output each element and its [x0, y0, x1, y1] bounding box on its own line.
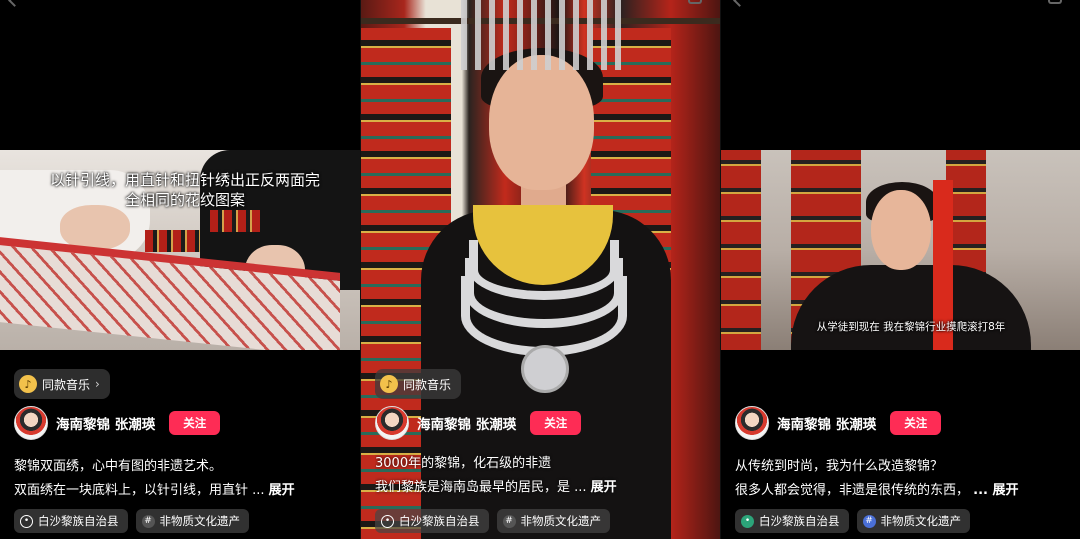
location-tag[interactable]: • 白沙黎族自治县 [375, 509, 489, 533]
video-description: 黎锦双面绣，心中有图的非遗艺术。 双面绣在一块底料上，以针引线，用直针 ... … [14, 459, 295, 498]
same-music-button[interactable]: ♪ 同款音乐 › [14, 369, 110, 399]
expand-button[interactable]: ... 展开 [973, 483, 1018, 498]
video-card-1[interactable]: 以针引线，用直针和扭针绣出正反两面完 全相同的花纹图案 ♪ 同款音乐 › 海南黎… [0, 0, 360, 539]
hashtag-tag[interactable]: # 非物质文化遗产 [856, 509, 970, 533]
subtitle-caption: 从学徒到现在 我在黎锦行业摸爬滚打8年 [816, 321, 1006, 333]
video-card-2[interactable]: ♪ 同款音乐 海南黎锦 张潮瑛 关注 3000年的黎锦，化石级的非遗 我们黎族是… [360, 0, 720, 539]
hashtag-tag[interactable]: # 非物质文化遗产 [496, 509, 610, 533]
tag-list: • 白沙黎族自治县 # 非物质文化遗产 [735, 509, 970, 533]
feed-strip: 以针引线，用直针和扭针绣出正反两面完 全相同的花纹图案 ♪ 同款音乐 › 海南黎… [0, 0, 1080, 539]
location-pin-icon: • [20, 514, 33, 528]
location-tag[interactable]: • 白沙黎族自治县 [735, 509, 849, 533]
follow-button[interactable]: 关注 [530, 411, 582, 435]
author-name[interactable]: 海南黎锦 张潮瑛 [56, 413, 155, 433]
author-row: 海南黎锦 张潮瑛 关注 [735, 406, 942, 440]
avatar[interactable] [14, 406, 48, 440]
search-icon[interactable] [688, 0, 702, 4]
author-name[interactable]: 海南黎锦 张潮瑛 [777, 413, 876, 433]
author-name[interactable]: 海南黎锦 张潮瑛 [417, 413, 516, 433]
back-icon[interactable] [733, 0, 746, 7]
music-note-icon: ♪ [380, 375, 398, 393]
music-note-icon: ♪ [19, 375, 37, 393]
expand-button[interactable]: 展开 [591, 480, 617, 495]
video-description: 3000年的黎锦，化石级的非遗 我们黎族是海南岛最早的居民，是 ... 展开 [375, 456, 617, 495]
tag-list: • 白沙黎族自治县 # 非物质文化遗产 [14, 509, 249, 533]
hashtag-icon: # [862, 514, 876, 528]
video-description: 从传统到时尚，我为什么改造黎锦？ 很多人都会觉得，非遗是很传统的东西， ... … [735, 459, 1019, 498]
video-card-3[interactable]: 从学徒到现在 我在黎锦行业摸爬滚打8年 海南黎锦 张潮瑛 关注 从传统到时尚，我… [720, 0, 1080, 539]
follow-button[interactable]: 关注 [169, 411, 221, 435]
expand-button[interactable]: 展开 [269, 483, 295, 498]
hashtag-tag[interactable]: # 非物质文化遗产 [135, 509, 249, 533]
hashtag-icon: # [502, 514, 516, 528]
subtitle-caption: 以针引线，用直针和扭针绣出正反两面完 全相同的花纹图案 [49, 171, 320, 210]
same-music-button[interactable]: ♪ 同款音乐 [375, 369, 462, 399]
search-icon[interactable] [1048, 0, 1062, 4]
location-tag[interactable]: • 白沙黎族自治县 [14, 509, 128, 533]
follow-button[interactable]: 关注 [890, 411, 942, 435]
tag-list: • 白沙黎族自治县 # 非物质文化遗产 [375, 509, 610, 533]
author-row: 海南黎锦 张潮瑛 关注 [14, 406, 221, 440]
location-pin-icon: • [381, 514, 394, 528]
chevron-right-icon: › [95, 377, 100, 391]
avatar[interactable] [735, 406, 769, 440]
back-icon[interactable] [8, 0, 21, 7]
location-pin-icon: • [741, 514, 754, 528]
author-row: 海南黎锦 张潮瑛 关注 [375, 406, 582, 440]
avatar[interactable] [375, 406, 409, 440]
hashtag-icon: # [141, 514, 155, 528]
